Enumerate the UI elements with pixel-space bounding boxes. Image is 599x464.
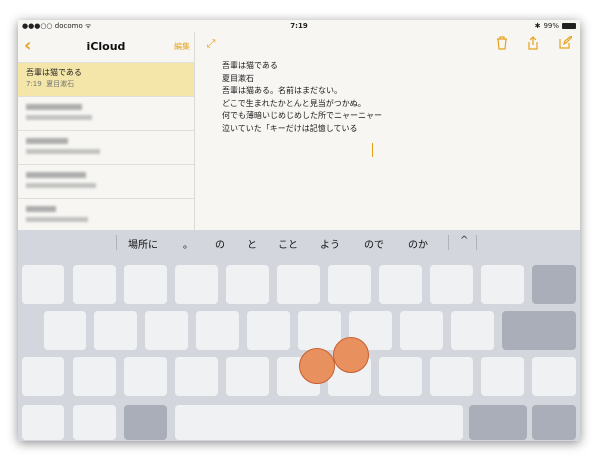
keyboard-key[interactable] — [124, 265, 167, 304]
blurred-text — [26, 206, 56, 212]
ipad-screen: ●●●○○ docomo ᯤ 7:19 ✱ 99% ‹ iCloud 編集 吾輩… — [18, 20, 580, 441]
suggestion-item[interactable]: 。 — [183, 236, 193, 251]
note-list-item-blurred[interactable] — [18, 198, 194, 232]
note-list-item-blurred[interactable] — [18, 164, 194, 198]
note-list-time: 7:19 — [26, 80, 42, 88]
keyboard: 場所に 。 の と こと よう ので のか ^ — [18, 230, 580, 441]
suggestion-divider — [116, 235, 117, 250]
keyboard-key[interactable] — [22, 357, 64, 396]
keyboard-key[interactable] — [124, 357, 167, 396]
note-line: 夏目漱石 — [222, 73, 254, 83]
keyboard-key[interactable] — [226, 357, 269, 396]
notes-sidebar: ‹ iCloud 編集 吾輩は猫である 7:19 夏目漱石 — [18, 32, 195, 230]
keyboard-key[interactable] — [451, 311, 494, 350]
note-line: 吾輩は猫ある。名前はまだない。 — [222, 86, 342, 95]
keyboard-key[interactable] — [481, 357, 524, 396]
sidebar-title: iCloud — [86, 40, 126, 53]
keyboard-key[interactable] — [175, 265, 218, 304]
battery-icon — [562, 23, 576, 29]
blurred-text — [26, 217, 88, 222]
expand-icon[interactable]: ⤢ — [204, 36, 218, 52]
note-line: 何でも薄暗いじめじめした所でニャーニャー — [222, 111, 382, 120]
clock: 7:19 — [290, 22, 308, 30]
keyboard-key[interactable] — [502, 311, 576, 350]
note-list-title: 吾輩は猫である — [26, 68, 82, 77]
suggestion-item[interactable]: 場所に — [128, 236, 158, 251]
suggestion-item[interactable]: の — [215, 236, 225, 251]
suggestion-item[interactable]: こと — [278, 236, 298, 251]
keyboard-key[interactable] — [73, 357, 116, 396]
keyboard-key[interactable] — [379, 357, 422, 396]
suggestion-item[interactable]: よう — [320, 236, 340, 251]
note-list-meta: 7:19 夏目漱石 — [26, 79, 74, 89]
keyboard-key[interactable] — [277, 265, 320, 304]
blurred-text — [26, 115, 92, 120]
keyboard-key[interactable] — [379, 265, 422, 304]
blurred-text — [26, 183, 96, 188]
suggestion-bar: 場所に 。 の と こと よう ので のか ^ — [18, 230, 580, 255]
text-cursor — [372, 143, 373, 157]
status-bar: ●●●○○ docomo ᯤ 7:19 ✱ 99% — [18, 20, 580, 32]
note-line: どこで生まれたかとんと見当がつかぬ。 — [222, 98, 366, 108]
keyboard-key[interactable] — [44, 311, 86, 350]
keyboard-key[interactable] — [226, 265, 269, 304]
share-icon[interactable] — [526, 36, 540, 52]
keyboard-key[interactable] — [124, 405, 167, 440]
keyboard-key[interactable] — [22, 405, 64, 440]
touch-indicator — [333, 337, 369, 373]
suggestion-item[interactable]: ので — [364, 236, 384, 251]
keyboard-key[interactable] — [430, 357, 473, 396]
keyboard-key[interactable] — [247, 311, 290, 350]
suggestion-divider — [448, 235, 449, 250]
keyboard-key[interactable] — [430, 265, 473, 304]
trash-icon[interactable] — [495, 36, 509, 52]
keyboard-key[interactable] — [298, 311, 341, 350]
keyboard-key[interactable] — [94, 311, 137, 350]
blurred-text — [26, 172, 86, 178]
keyboard-key[interactable] — [175, 357, 218, 396]
note-editor[interactable]: ⤢ 吾輩は猫である 夏目漱石 吾輩は猫ある。名前はまだない。 どこで生まれたかと… — [195, 32, 580, 230]
note-line: 吾輩は猫である — [222, 61, 278, 70]
suggestion-divider — [476, 235, 477, 250]
battery-percent: 99% — [543, 22, 559, 30]
keyboard-key[interactable] — [400, 311, 443, 350]
blurred-text — [26, 138, 68, 144]
collapse-chevron-icon[interactable]: ^ — [460, 235, 468, 246]
suggestion-item[interactable]: と — [247, 236, 257, 251]
blurred-text — [26, 104, 82, 110]
touch-indicator — [299, 348, 335, 384]
keyboard-key[interactable] — [196, 311, 239, 350]
keyboard-key[interactable] — [532, 265, 576, 304]
bluetooth-icon: ✱ — [534, 22, 541, 30]
note-list-item-blurred[interactable] — [18, 96, 194, 130]
note-text[interactable]: 吾輩は猫である 夏目漱石 吾輩は猫ある。名前はまだない。 どこで生まれたかとんと… — [222, 60, 382, 135]
sidebar-header: ‹ iCloud 編集 — [18, 32, 194, 62]
status-right: ✱ 99% — [535, 22, 576, 30]
note-line: 泣いていた「キーだけは記憶している — [222, 123, 358, 133]
keyboard-key[interactable] — [145, 311, 188, 350]
keyboard-key[interactable] — [73, 265, 116, 304]
keyboard-key[interactable] — [532, 357, 576, 396]
blurred-text — [26, 149, 100, 154]
note-list-preview: 夏目漱石 — [46, 80, 75, 88]
keyboard-key[interactable] — [469, 405, 527, 440]
keyboard-key[interactable] — [481, 265, 524, 304]
keyboard-key[interactable] — [73, 405, 116, 440]
edit-button[interactable]: 編集 — [174, 41, 190, 52]
keyboard-key[interactable] — [22, 265, 64, 304]
compose-icon[interactable] — [558, 35, 573, 52]
space-key[interactable] — [175, 405, 463, 440]
keyboard-key[interactable] — [328, 265, 371, 304]
keyboard-key[interactable] — [532, 405, 576, 440]
suggestion-item[interactable]: のか — [408, 236, 428, 251]
note-list-item-blurred[interactable] — [18, 130, 194, 164]
note-list-item[interactable]: 吾輩は猫である 7:19 夏目漱石 — [18, 62, 194, 96]
